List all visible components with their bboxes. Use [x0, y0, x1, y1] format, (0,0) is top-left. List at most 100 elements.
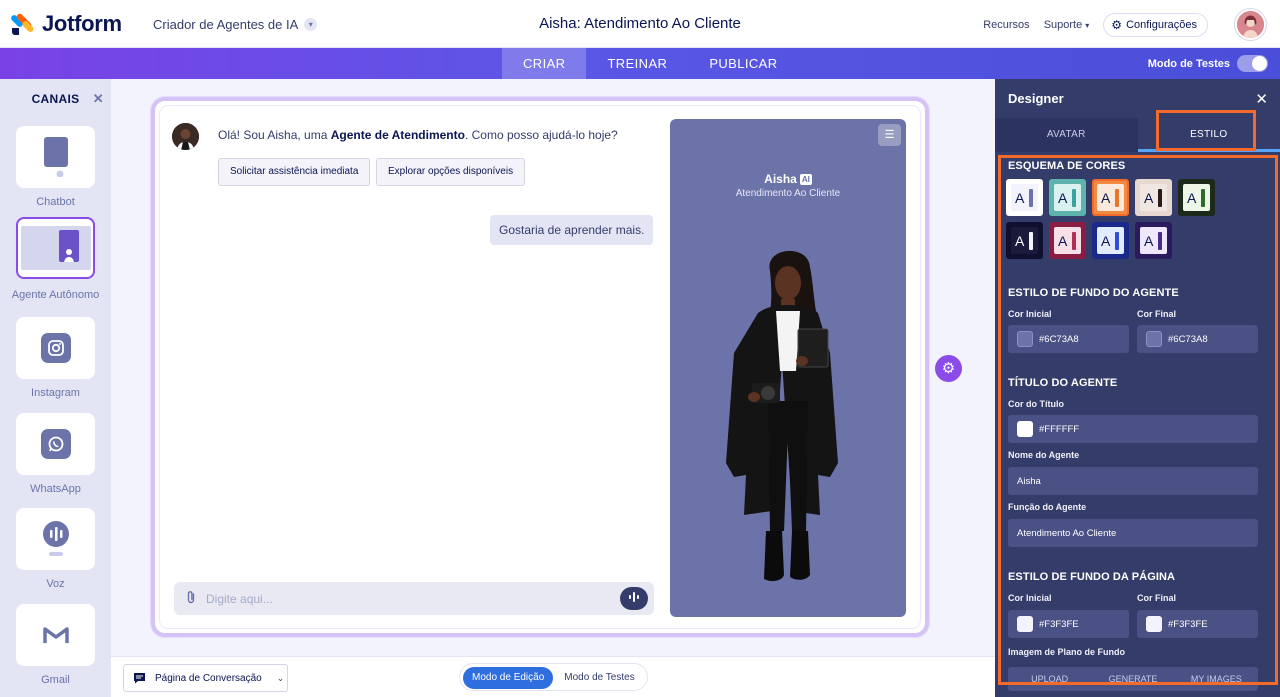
voice-input-button[interactable] — [620, 587, 648, 610]
section-title: ESQUEMA DE CORES — [1008, 160, 1126, 172]
greeting-bold: Agente de Atendimento — [330, 128, 465, 142]
color-scheme-option[interactable]: A — [1049, 179, 1086, 216]
page-select-value: Página de Conversação — [155, 672, 262, 684]
agent-avatar — [172, 123, 199, 150]
agent-bg-end-color[interactable]: #6C73A8 — [1137, 325, 1258, 353]
attachment-icon[interactable] — [186, 590, 197, 607]
tab-train[interactable]: TREINAR — [586, 48, 688, 79]
quick-reply-button[interactable]: Explorar opções disponíveis — [376, 158, 526, 186]
greeting-text: Olá! Sou Aisha, uma — [218, 128, 331, 142]
color-swatch — [1017, 331, 1033, 347]
title-color-input[interactable]: #FFFFFF — [1008, 415, 1258, 443]
field-label: Nome do Agente — [1008, 450, 1080, 460]
color-scheme-option[interactable]: A — [1006, 222, 1043, 259]
tab-style[interactable]: ESTILO — [1137, 118, 1280, 152]
channel-instagram[interactable]: Instagram — [0, 309, 111, 405]
edit-mode-button[interactable]: Modo de Edição — [463, 667, 554, 689]
agent-settings-button[interactable]: ⚙ — [935, 355, 962, 382]
page-bg-end-color[interactable]: #F3F3FE — [1137, 610, 1258, 638]
section-title: ESTILO DE FUNDO DO AGENTE — [1008, 287, 1179, 299]
agent-message: Olá! Sou Aisha, uma Agente de Atendiment… — [218, 128, 618, 142]
tab-my-images[interactable]: MY IMAGES — [1175, 667, 1258, 691]
greeting-text-end: . Como posso ajudá-lo hoje? — [464, 128, 618, 142]
chevron-down-icon: ▾ — [1085, 21, 1090, 30]
channel-gmail[interactable]: Gmail — [0, 596, 111, 692]
channel-label: Voz — [46, 578, 65, 590]
tab-avatar[interactable]: AVATAR — [995, 118, 1138, 152]
builder-label: Criador de Agentes de IA — [153, 17, 299, 32]
field-label: Cor Inicial — [1008, 309, 1052, 319]
mode-switch: Modo de Edição Modo de Testes — [459, 663, 648, 691]
test-mode-button[interactable]: Modo de Testes — [555, 667, 643, 689]
channel-label: Agente Autônomo — [11, 288, 100, 301]
scheme-letter: A — [1015, 233, 1025, 249]
page-title[interactable]: Aisha: Atendimento Ao Cliente — [539, 15, 741, 32]
section-title: TÍTULO DO AGENTE — [1008, 377, 1118, 389]
chat-stage: Olá! Sou Aisha, uma Agente de Atendiment… — [111, 79, 995, 656]
scheme-letter: A — [1144, 190, 1154, 206]
scheme-accent-bar — [1029, 232, 1033, 250]
instagram-icon — [40, 333, 71, 363]
settings-button[interactable]: ⚙ Configurações — [1103, 13, 1208, 37]
color-scheme-option[interactable]: A — [1178, 179, 1215, 216]
agent-card-preview: ☰ Aisha AI Atendimento Ao Cliente — [670, 119, 906, 617]
resources-link[interactable]: Recursos — [983, 19, 1029, 31]
channel-chatbot[interactable]: Chatbot — [0, 118, 111, 214]
test-mode-toggle[interactable] — [1237, 55, 1268, 72]
tab-upload[interactable]: UPLOAD — [1008, 667, 1091, 691]
color-scheme-option[interactable]: A — [1092, 222, 1129, 259]
agent-name-input[interactable]: Aisha — [1008, 467, 1258, 495]
color-scheme-option[interactable]: A — [1135, 179, 1172, 216]
chevron-down-icon: ▾ — [304, 18, 318, 31]
channel-whatsapp[interactable]: WhatsApp — [0, 405, 111, 501]
preview-agent-role: Atendimento Ao Cliente — [735, 188, 841, 199]
color-scheme-option[interactable]: A — [1006, 179, 1043, 216]
scheme-accent-bar — [1158, 189, 1162, 207]
agent-role-input[interactable]: Atendimento Ao Cliente — [1008, 519, 1258, 547]
user-message: Gostaria de aprender mais. — [490, 215, 654, 245]
support-label: Suporte — [1043, 19, 1083, 31]
quick-reply-button[interactable]: Solicitar assistência imediata — [218, 158, 371, 186]
close-icon[interactable]: ✕ — [1255, 90, 1268, 108]
support-menu[interactable]: Suporte ▾ — [1044, 19, 1090, 31]
builder-selector[interactable]: Criador de Agentes de IA ▾ — [153, 17, 318, 32]
field-label: Cor do Título — [1008, 399, 1064, 409]
gear-icon: ⚙ — [941, 360, 956, 377]
logo-text: Jotform — [42, 11, 122, 36]
test-mode-label: Modo de Testes — [1147, 57, 1230, 70]
scheme-letter: A — [1015, 190, 1025, 206]
chat-input-box[interactable]: Digite aqui... — [174, 582, 654, 615]
microphone-icon — [629, 592, 639, 602]
agent-avatar-image — [726, 250, 838, 582]
tab-publish[interactable]: PUBLICAR — [688, 48, 798, 79]
color-scheme-option[interactable]: A — [1135, 222, 1172, 259]
scheme-letter: A — [1058, 190, 1068, 206]
tab-generate[interactable]: GENERATE — [1091, 667, 1174, 691]
builder-nav: CRIAR TREINAR PUBLICAR Modo de Testes — [0, 48, 1280, 79]
style-settings: ESQUEMA DE CORES A A A A A A A A A ESTILO DE FUN… — [995, 152, 1280, 697]
page-select[interactable]: Página de Conversação ⌄ — [123, 664, 288, 692]
field-label: Cor Inicial — [1008, 593, 1052, 603]
jotform-logo-icon — [9, 12, 35, 36]
channels-title: CANAIS — [31, 91, 80, 106]
gear-icon: ⚙ — [1111, 18, 1123, 32]
channel-voice[interactable]: Voz — [0, 500, 111, 596]
color-scheme-option[interactable]: A — [1049, 222, 1086, 259]
close-icon[interactable]: ✕ — [93, 91, 104, 107]
user-avatar[interactable] — [1235, 9, 1266, 40]
tab-create[interactable]: CRIAR — [502, 48, 587, 79]
scheme-accent-bar — [1072, 232, 1076, 250]
color-value: #FFFFFF — [1039, 423, 1080, 435]
channels-panel: CANAIS ✕ Chatbot Agente Autônomo Instagr… — [0, 79, 111, 697]
color-scheme-option[interactable]: A — [1092, 179, 1129, 216]
color-swatch — [1017, 616, 1033, 632]
page-bg-start-color[interactable]: #F3F3FE — [1008, 610, 1129, 638]
channel-standalone-agent[interactable]: Agente Autônomo — [0, 214, 111, 310]
scheme-accent-bar — [1201, 189, 1205, 207]
scheme-letter: A — [1144, 233, 1154, 249]
color-value: #F3F3FE — [1039, 618, 1079, 630]
agent-bg-start-color[interactable]: #6C73A8 — [1008, 325, 1129, 353]
menu-icon[interactable]: ☰ — [878, 124, 901, 146]
preview-agent-name: Aisha AI — [670, 172, 906, 186]
jotform-logo[interactable]: Jotform — [9, 11, 122, 37]
